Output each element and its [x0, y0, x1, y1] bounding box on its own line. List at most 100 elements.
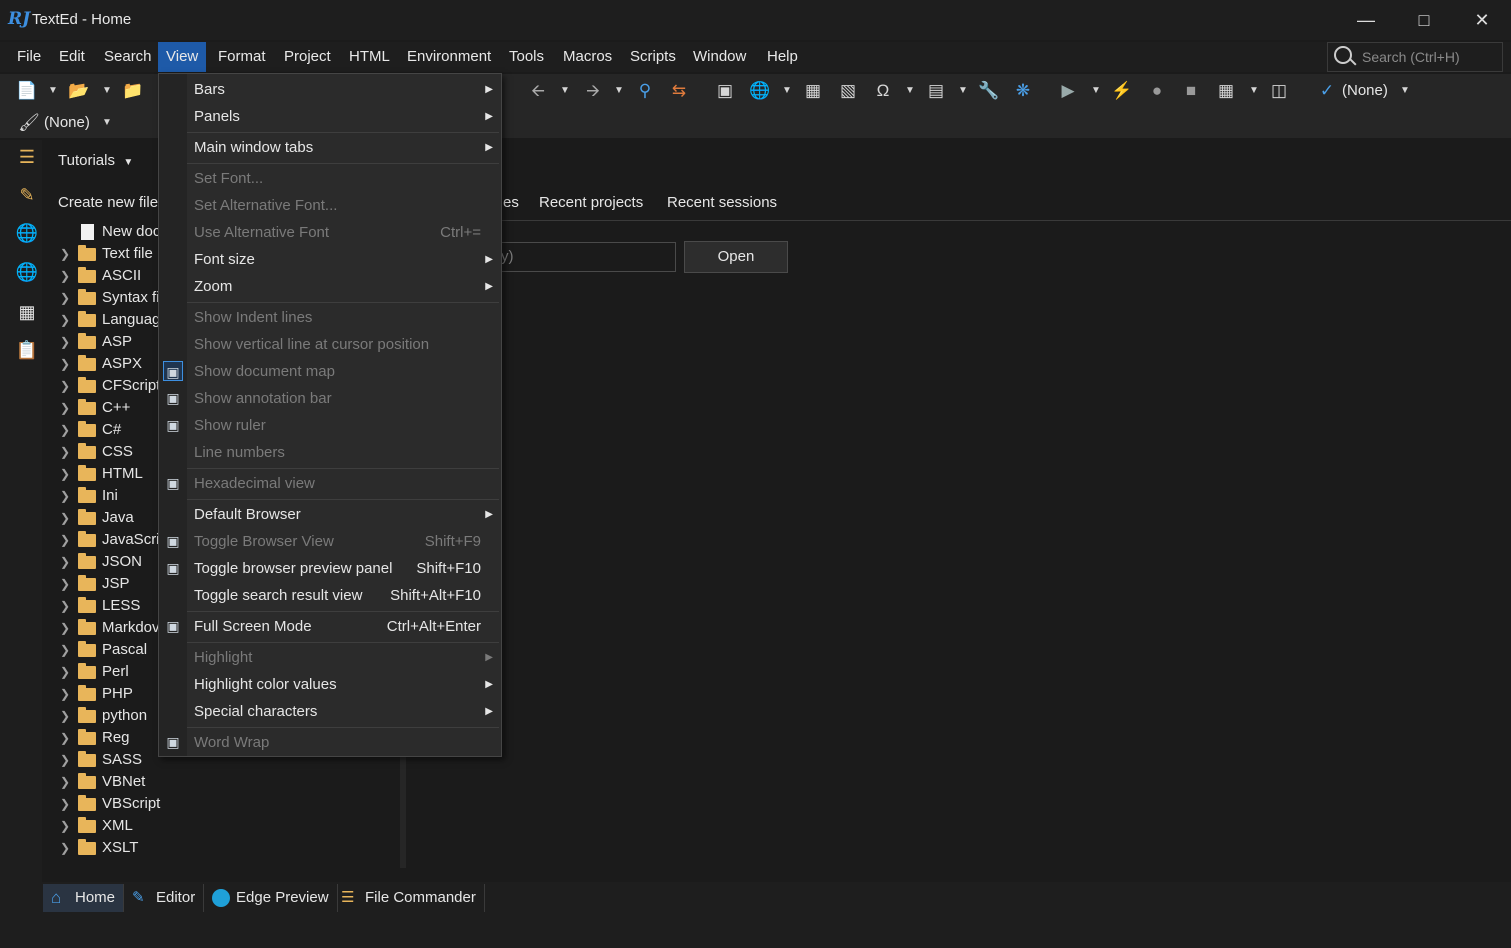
tree-folder-item[interactable]: ❯ ASCII [60, 265, 141, 287]
open-folder-icon[interactable]: 📂 [68, 80, 90, 102]
menu-item-show-indent-lines[interactable]: Show Indent lines [187, 304, 501, 331]
chevron-right-icon[interactable]: ❯ [60, 749, 74, 771]
globe-check-icon[interactable]: 🌐 [14, 259, 40, 285]
tree-folder-item[interactable]: ❯ Ini [60, 485, 118, 507]
tree-folder-item[interactable]: ❯ Text file [60, 243, 153, 265]
tab-file-commander[interactable]: ☰ File Commander [333, 884, 485, 912]
menu-item-toggle-search-result-view[interactable]: Toggle search result view Shift+Alt+F10 [187, 582, 501, 609]
menu-item-set-alternative-font[interactable]: Set Alternative Font... [187, 192, 501, 219]
menu-item-special-characters[interactable]: Special characters ▶ [187, 698, 501, 725]
tutorials-dropdown[interactable]: Tutorials ▼ [58, 152, 133, 169]
chevron-right-icon[interactable]: ❯ [60, 705, 74, 727]
search-input[interactable]: Search (Ctrl+H) [1327, 42, 1503, 72]
tree-folder-item[interactable]: ❯ ASP [60, 331, 132, 353]
back-icon[interactable]: 🡨 [527, 80, 549, 102]
menu-scripts[interactable]: Scripts [622, 42, 684, 72]
menu-item-full-screen-mode[interactable]: Full Screen Mode Ctrl+Alt+Enter [187, 613, 501, 640]
maximize-icon[interactable]: □ [1395, 0, 1453, 40]
tab-edge-preview[interactable]: Edge Preview [204, 884, 338, 912]
chevron-down-icon[interactable]: ▼ [102, 80, 112, 102]
minimize-icon[interactable]: — [1337, 0, 1395, 40]
lightning-icon[interactable]: ⚡ [1111, 80, 1133, 102]
menu-macros[interactable]: Macros [555, 42, 620, 72]
tab-recent-sessions[interactable]: Recent sessions [667, 194, 777, 211]
chevron-right-icon[interactable]: ❯ [60, 639, 74, 661]
tree-folder-item[interactable]: ❯ XML [60, 815, 133, 837]
menu-edit[interactable]: Edit [51, 42, 93, 72]
tree-folder-item[interactable]: ❯ python [60, 705, 147, 727]
chevron-right-icon[interactable]: ❯ [60, 771, 74, 793]
tree-folder-item[interactable]: ❯ Reg [60, 727, 130, 749]
chevron-right-icon[interactable]: ❯ [60, 353, 74, 375]
menu-item-hexadecimal-view[interactable]: Hexadecimal view [187, 470, 501, 497]
layout-icon[interactable]: ▦ [14, 299, 40, 325]
chevron-down-icon[interactable]: ▼ [560, 80, 570, 102]
chevron-down-icon[interactable]: ▼ [1400, 80, 1410, 102]
find-icon[interactable]: ⚲ [634, 80, 656, 102]
omega-icon[interactable]: Ω [872, 80, 894, 102]
chevron-right-icon[interactable]: ❯ [60, 815, 74, 837]
tree-folder-item[interactable]: ❯ C# [60, 419, 121, 441]
chevron-right-icon[interactable]: ❯ [60, 243, 74, 265]
chevron-right-icon[interactable]: ❯ [60, 463, 74, 485]
plugin-icon[interactable]: ❋ [1012, 80, 1034, 102]
chevron-right-icon[interactable]: ❯ [60, 661, 74, 683]
menu-item-toggle-browser-view[interactable]: Toggle Browser View Shift+F9 [187, 528, 501, 555]
chevron-right-icon[interactable]: ❯ [60, 287, 74, 309]
recent-folder-icon[interactable]: 📁 [122, 80, 144, 102]
menu-item-highlight-color-values[interactable]: Highlight color values ▶ [187, 671, 501, 698]
forward-icon[interactable]: 🡪 [582, 80, 604, 102]
menu-item-highlight[interactable]: Highlight ▶ [187, 644, 501, 671]
chevron-right-icon[interactable]: ❯ [60, 529, 74, 551]
tree-folder-item[interactable]: ❯ HTML [60, 463, 143, 485]
tab-recent-projects[interactable]: Recent projects [539, 194, 643, 211]
menu-item-show-ruler[interactable]: Show ruler [187, 412, 501, 439]
menu-item-default-browser[interactable]: Default Browser ▶ [187, 501, 501, 528]
tree-folder-item[interactable]: ❯ VBScript [60, 793, 160, 815]
menu-item-font-size[interactable]: Font size ▶ [187, 246, 501, 273]
chevron-right-icon[interactable]: ❯ [60, 837, 74, 859]
tree-folder-item[interactable]: ❯ XSLT [60, 837, 138, 859]
tab-home[interactable]: ⌂ Home [43, 884, 125, 912]
chevron-down-icon[interactable]: ▼ [1091, 80, 1101, 102]
tree-folder-item[interactable]: ❯ Languag [60, 309, 160, 331]
tree-item-new-doc[interactable]: New doc [60, 221, 160, 243]
paint-icon[interactable]: ✎ [14, 182, 40, 208]
menu-item-word-wrap[interactable]: Word Wrap [187, 729, 501, 756]
tree-folder-item[interactable]: ❯ JavaScrip [60, 529, 168, 551]
insert-file-icon[interactable]: ▣ [714, 80, 736, 102]
chevron-right-icon[interactable]: ❯ [60, 397, 74, 419]
panel-icon[interactable]: ◫ [1268, 80, 1290, 102]
chevron-right-icon[interactable]: ❯ [60, 265, 74, 287]
chevron-right-icon[interactable]: ❯ [60, 441, 74, 463]
chevron-right-icon[interactable]: ❯ [60, 485, 74, 507]
menu-window[interactable]: Window [685, 42, 754, 72]
close-icon[interactable]: ✕ [1453, 0, 1511, 40]
tree-folder-item[interactable]: ❯ VBNet [60, 771, 145, 793]
new-file-icon[interactable]: 📄 [16, 80, 38, 102]
menu-item-bars[interactable]: Bars ▶ [187, 76, 501, 103]
tree-folder-item[interactable]: ❯ CFScript [60, 375, 160, 397]
chevron-down-icon[interactable]: ▼ [905, 80, 915, 102]
menu-item-line-numbers[interactable]: Line numbers [187, 439, 501, 466]
tree-folder-item[interactable]: ❯ Syntax fi [60, 287, 160, 309]
chevron-down-icon[interactable]: ▼ [1249, 80, 1259, 102]
open-button[interactable]: Open [684, 241, 788, 273]
menu-item-show-document-map[interactable]: Show document map [187, 358, 501, 385]
wrench-icon[interactable]: 🔧 [978, 80, 1000, 102]
page-icon[interactable]: ▦ [802, 80, 824, 102]
chevron-down-icon[interactable]: ▼ [614, 80, 624, 102]
chevron-down-icon[interactable]: ▼ [48, 80, 58, 102]
tree-folder-item[interactable]: ❯ Markdov [60, 617, 160, 639]
menu-item-set-font[interactable]: Set Font... [187, 165, 501, 192]
chevron-down-icon[interactable]: ▼ [958, 80, 968, 102]
globe-icon[interactable]: 🌐 [14, 220, 40, 246]
menu-environment[interactable]: Environment [399, 42, 499, 72]
menu-item-main-window-tabs[interactable]: Main window tabs ▶ [187, 134, 501, 161]
menu-help[interactable]: Help [759, 42, 806, 72]
chevron-right-icon[interactable]: ❯ [60, 683, 74, 705]
menu-search[interactable]: Search [96, 42, 160, 72]
menu-item-show-annotation-bar[interactable]: Show annotation bar [187, 385, 501, 412]
tree-folder-item[interactable]: ❯ ASPX [60, 353, 142, 375]
clipboard-icon[interactable]: 📋 [14, 337, 40, 363]
